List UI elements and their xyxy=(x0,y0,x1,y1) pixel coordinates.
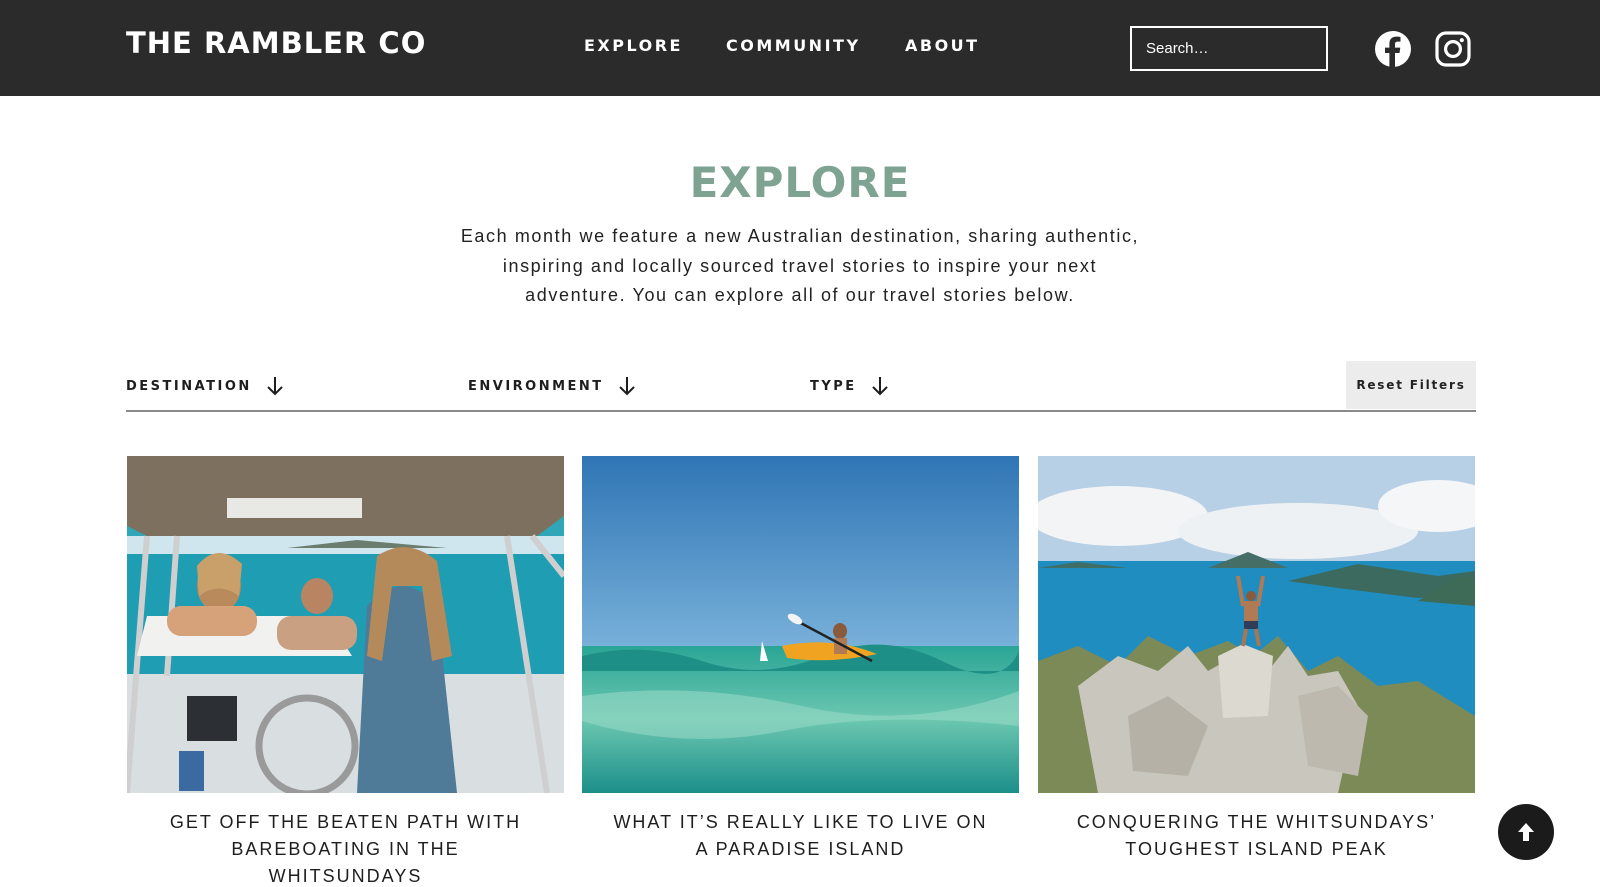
filter-environment-label: ENVIRONMENT xyxy=(468,378,604,394)
intro-text: Each month we feature a new Australian d… xyxy=(460,226,1140,305)
arrow-up-icon xyxy=(1518,823,1534,841)
reset-filters-button[interactable]: Reset Filters xyxy=(1346,361,1476,409)
arrow-down-icon xyxy=(871,377,888,396)
arrow-down-icon xyxy=(267,377,283,396)
filter-destination[interactable]: DESTINATION xyxy=(126,374,284,398)
story-image-sailing[interactable] xyxy=(127,456,564,793)
story-card[interactable]: WHAT IT’S REALLY LIKE TO LIVE ON A PARAD… xyxy=(582,456,1019,863)
filter-divider xyxy=(126,410,1476,412)
instagram-icon[interactable] xyxy=(1434,30,1472,68)
filter-type[interactable]: TYPE xyxy=(810,374,889,398)
story-image-kayak[interactable] xyxy=(582,456,1019,793)
nav-community[interactable]: COMMUNITY xyxy=(726,36,861,58)
nav-about[interactable]: ABOUT xyxy=(905,36,980,58)
arrow-down-icon xyxy=(618,377,635,396)
facebook-icon[interactable] xyxy=(1374,30,1412,68)
story-title[interactable]: CONQUERING THE WHITSUNDAYS’ TOUGHEST ISL… xyxy=(1038,809,1475,863)
site-logo[interactable]: THE RAMBLER CO xyxy=(126,26,426,60)
story-card[interactable]: GET OFF THE BEATEN PATH WITH BAREBOATING… xyxy=(127,456,564,887)
story-title[interactable]: GET OFF THE BEATEN PATH WITH BAREBOATING… xyxy=(127,809,564,887)
nav-explore[interactable]: EXPLORE xyxy=(584,36,683,58)
back-to-top-button[interactable] xyxy=(1498,804,1554,860)
story-image-summit[interactable] xyxy=(1038,456,1475,793)
search-input[interactable] xyxy=(1130,26,1328,71)
story-title[interactable]: WHAT IT’S REALLY LIKE TO LIVE ON A PARAD… xyxy=(582,809,1019,863)
filter-type-label: TYPE xyxy=(810,378,857,394)
filter-environment[interactable]: ENVIRONMENT xyxy=(468,374,636,398)
filter-destination-label: DESTINATION xyxy=(126,378,252,394)
page-title: EXPLORE xyxy=(689,158,911,207)
story-card[interactable]: CONQUERING THE WHITSUNDAYS’ TOUGHEST ISL… xyxy=(1038,456,1475,863)
site-header: THE RAMBLER CO EXPLORE COMMUNITY ABOUT xyxy=(0,0,1600,96)
